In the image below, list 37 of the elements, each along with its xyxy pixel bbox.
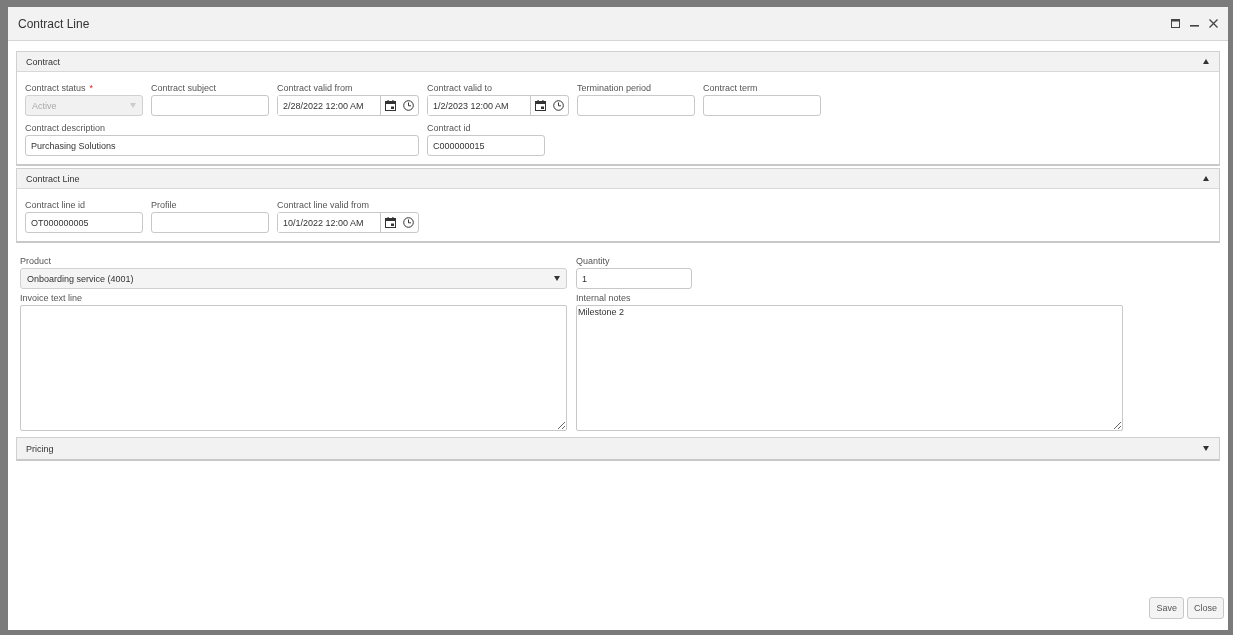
field-label: Contract line id	[25, 200, 86, 210]
quantity-field[interactable]: 1	[576, 268, 692, 289]
field-label: Contract term	[703, 83, 758, 93]
field-label: Contract description	[25, 123, 106, 133]
close-icon[interactable]	[1209, 19, 1218, 28]
text-field[interactable]: Purchasing Solutions	[25, 135, 419, 156]
section-header[interactable]: Contract	[17, 52, 1219, 72]
field-label: Contract valid to	[427, 83, 493, 93]
field-label: Quantity	[576, 255, 610, 268]
date-time-field[interactable]: 10/1/2022 12:00 AM	[277, 212, 419, 233]
date-time-field[interactable]: 1/2/2023 12:00 AM	[427, 95, 569, 116]
product-dropdown[interactable]: Onboarding service (4001)	[20, 268, 567, 289]
field-label: Contract subject	[151, 83, 217, 93]
field-label: Profile	[151, 200, 177, 210]
section-header[interactable]: Contract Line	[17, 169, 1219, 189]
date-time-field[interactable]: 2/28/2022 12:00 AM	[277, 95, 419, 116]
field-label: Internal notes	[576, 292, 631, 305]
text-field[interactable]: C000000015	[427, 135, 545, 156]
text-field[interactable]: OT000000005	[25, 212, 143, 233]
required-mark: *	[89, 83, 94, 93]
text-field[interactable]	[151, 95, 269, 116]
text-field[interactable]	[151, 212, 269, 233]
field-label: Contract status	[25, 83, 86, 93]
dialog-button[interactable]: Save	[1149, 597, 1184, 619]
dialog-button[interactable]: Close	[1187, 597, 1224, 619]
text-field[interactable]	[577, 95, 695, 116]
text-field[interactable]	[703, 95, 821, 116]
section-header[interactable]: Pricing	[17, 438, 1219, 459]
field-label: Termination period	[577, 83, 652, 93]
window-title: Contract Line	[18, 16, 90, 31]
field-label: Product	[20, 255, 52, 268]
field-label: Contract line valid from	[277, 200, 370, 210]
maximize-icon[interactable]	[1171, 19, 1180, 28]
field-label: Contract id	[427, 123, 471, 133]
field-label: Invoice text line	[20, 292, 83, 305]
field-label: Contract valid from	[277, 83, 353, 93]
text-area[interactable]: Milestone 2	[576, 305, 1123, 431]
